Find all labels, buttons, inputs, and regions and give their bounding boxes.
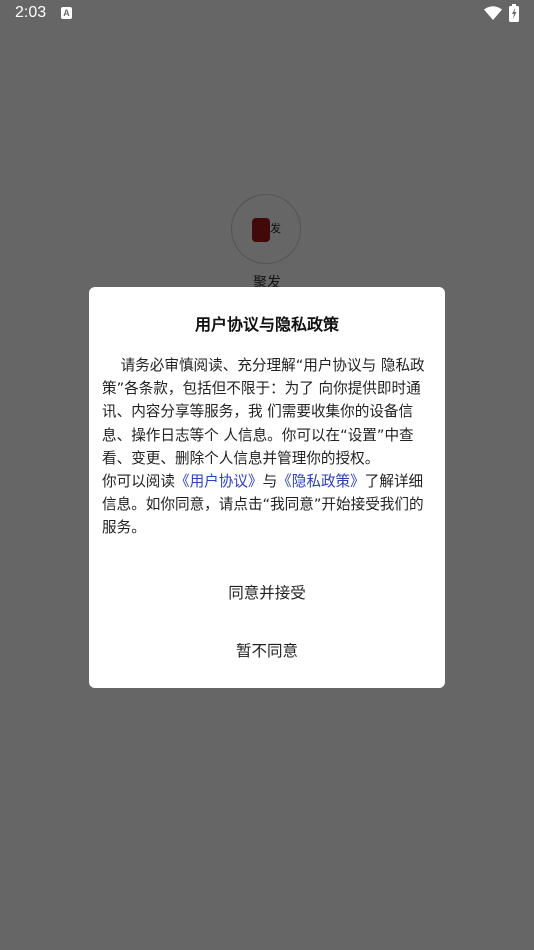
- status-time: 2:03: [15, 4, 47, 21]
- read-prefix: 你可以阅读: [102, 473, 175, 491]
- agreement-text: 请务必审慎阅读、充分理解“用户协议与 隐私政策”各条款，包括但不限于：为了 向你…: [102, 357, 425, 467]
- a-icon: A: [61, 7, 72, 19]
- status-bar: 2:03 A: [0, 0, 534, 28]
- user-agreement-link[interactable]: 《用户协议》: [175, 473, 263, 490]
- privacy-agreement-dialog: 用户协议与隐私政策 请务必审慎阅读、充分理解“用户协议与 隐私政策”各条款，包括…: [89, 287, 445, 688]
- battery-icon: [509, 4, 519, 22]
- dialog-body: 请务必审慎阅读、充分理解“用户协议与 隐私政策”各条款，包括但不限于：为了 向你…: [102, 354, 427, 540]
- agreement-paragraph: 请务必审慎阅读、充分理解“用户协议与 隐私政策”各条款，包括但不限于：为了 向你…: [102, 354, 427, 470]
- privacy-policy-link[interactable]: 《隐私政策》: [277, 473, 365, 490]
- disagree-button[interactable]: 暂不同意: [167, 633, 367, 669]
- dialog-title: 用户协议与隐私政策: [194, 315, 339, 334]
- and-text: 与: [262, 473, 278, 491]
- links-paragraph: 你可以阅读《用户协议》与《隐私政策》了解详细信息。如你同意，请点击“我同意”开始…: [102, 470, 427, 540]
- agree-button[interactable]: 同意并接受: [167, 575, 367, 611]
- wifi-icon: [484, 6, 502, 20]
